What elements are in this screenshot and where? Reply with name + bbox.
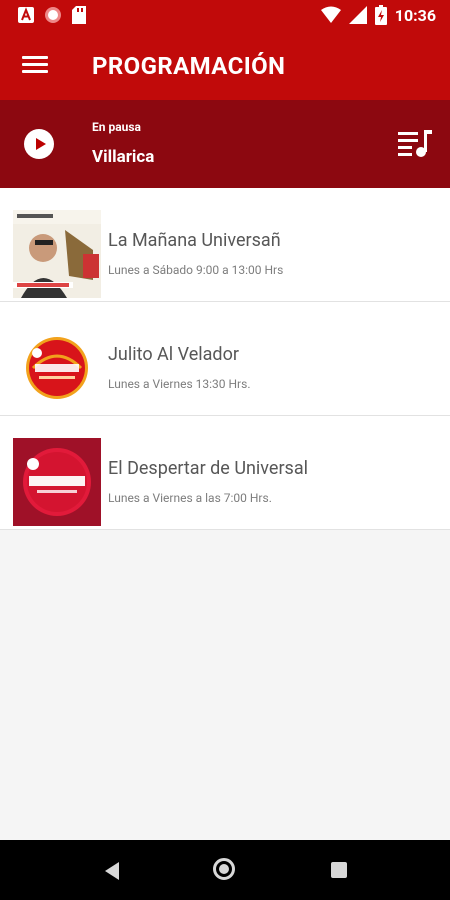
list-item[interactable]: El Despertar de Universal Lunes a Vierne… xyxy=(0,416,450,530)
program-thumbnail xyxy=(13,324,101,412)
player-bar: En pausa Villarica xyxy=(0,100,450,188)
menu-icon[interactable] xyxy=(22,52,48,80)
record-notification-icon xyxy=(45,7,61,23)
list-item[interactable]: Julito Al Velador Lunes a Viernes 13:30 … xyxy=(0,302,450,416)
playlist-icon[interactable] xyxy=(398,128,432,160)
program-schedule: Lunes a Viernes a las 7:00 Hrs. xyxy=(108,491,272,505)
program-title: Julito Al Velador xyxy=(108,344,239,365)
program-schedule: Lunes a Viernes 13:30 Hrs. xyxy=(108,377,251,391)
app-notification-icon xyxy=(18,7,34,23)
system-icons: 10:36 xyxy=(320,5,436,25)
app-bar: PROGRAMACIÓN xyxy=(0,32,450,100)
player-station: Villarica xyxy=(92,147,155,167)
storage-notification-icon xyxy=(72,6,86,24)
home-icon[interactable] xyxy=(213,858,235,880)
status-bar: 10:36 xyxy=(0,0,450,32)
program-list: La Mañana Universañ Lunes a Sábado 9:00 … xyxy=(0,188,450,530)
program-title: La Mañana Universañ xyxy=(108,230,281,251)
wifi-icon xyxy=(320,6,341,23)
battery-icon xyxy=(374,5,387,25)
clock-time: 10:36 xyxy=(394,5,436,25)
player-status: En pausa xyxy=(92,120,141,134)
program-thumbnail xyxy=(13,210,101,298)
signal-icon xyxy=(348,6,367,24)
page-title: PROGRAMACIÓN xyxy=(92,52,286,80)
program-schedule: Lunes a Sábado 9:00 a 13:00 Hrs xyxy=(108,263,284,277)
program-thumbnail xyxy=(13,438,101,526)
list-item[interactable]: La Mañana Universañ Lunes a Sábado 9:00 … xyxy=(0,188,450,302)
notification-icons xyxy=(18,6,86,24)
play-button[interactable] xyxy=(24,129,54,159)
recent-apps-icon[interactable] xyxy=(331,862,347,878)
program-title: El Despertar de Universal xyxy=(108,458,309,479)
system-nav-bar xyxy=(0,840,450,900)
back-icon[interactable] xyxy=(105,862,119,880)
